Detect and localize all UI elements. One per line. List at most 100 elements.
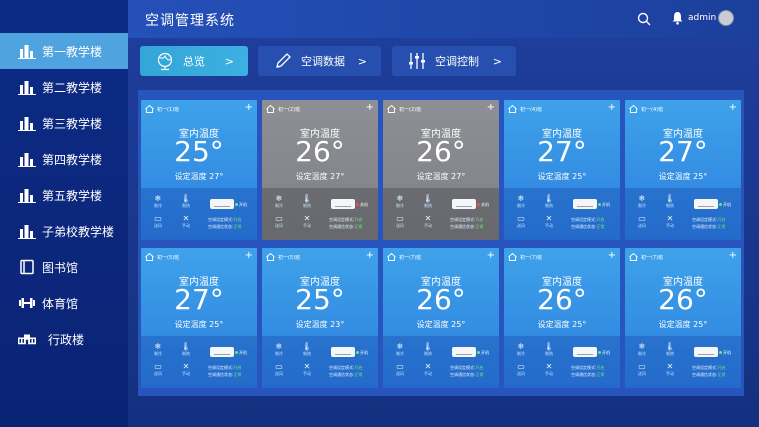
manual-button[interactable]: ✕ 手动 bbox=[296, 214, 318, 229]
add-icon[interactable]: + bbox=[366, 250, 374, 261]
add-icon[interactable]: + bbox=[729, 250, 737, 261]
card-controls: ❄ 制冷 🌡 制热 ▭ 送风 ✕ 手动 关机 空调设定模式:开启 空调通信状态:正常 bbox=[383, 188, 499, 240]
chevron-right-icon: > bbox=[492, 54, 502, 68]
sidebar-item[interactable]: 第三教学楼 bbox=[0, 105, 128, 141]
building-icon bbox=[18, 43, 36, 59]
cool-button[interactable]: ❄ 制冷 bbox=[268, 194, 290, 209]
tools-icon: ✕ bbox=[182, 214, 190, 223]
fan-button[interactable]: ▭ 送风 bbox=[268, 214, 290, 229]
heat-button[interactable]: 🌡 制热 bbox=[417, 194, 439, 209]
fan-button[interactable]: ▭ 送风 bbox=[268, 362, 290, 377]
heat-button[interactable]: 🌡 制热 bbox=[538, 194, 560, 209]
ac-card[interactable]: 初一(2)班 + 室内温度 26° 设定温度 27° ❄ 制冷 🌡 制热 ▭ 送风 ✕ 手动 关机 空调设定… bbox=[262, 100, 378, 240]
add-icon[interactable]: + bbox=[366, 102, 374, 113]
power-status[interactable]: 开机 bbox=[235, 350, 247, 356]
add-icon[interactable]: + bbox=[487, 102, 495, 113]
fan-button[interactable]: ▭ 送风 bbox=[631, 362, 653, 377]
heat-button[interactable]: 🌡 制热 bbox=[175, 194, 197, 209]
sidebar-item[interactable]: 第五教学楼 bbox=[0, 177, 128, 213]
ac-unit-icon bbox=[694, 199, 718, 209]
heat-button[interactable]: 🌡 制热 bbox=[538, 342, 560, 357]
power-status[interactable]: 开机 bbox=[719, 350, 731, 356]
power-status[interactable]: 开机 bbox=[719, 202, 731, 208]
heat-button[interactable]: 🌡 制热 bbox=[659, 194, 681, 209]
heat-button[interactable]: 🌡 制热 bbox=[296, 194, 318, 209]
fan-button[interactable]: ▭ 送风 bbox=[389, 214, 411, 229]
add-icon[interactable]: + bbox=[487, 250, 495, 261]
sidebar-item[interactable]: 第四教学楼 bbox=[0, 141, 128, 177]
ac-card[interactable]: 初一(7)班 + 室内温度 26° 设定温度 25° ❄ 制冷 🌡 制热 ▭ 送风 ✕ 手动 开机 空调设定… bbox=[504, 248, 620, 388]
mode-info: 空调设定模式:开启 bbox=[329, 217, 362, 223]
sidebar-item[interactable]: 图书馆 bbox=[0, 249, 128, 285]
bell-icon[interactable] bbox=[671, 11, 684, 25]
search-icon[interactable] bbox=[637, 12, 651, 26]
room-name: 初一(5)班 bbox=[278, 254, 301, 261]
fan-button[interactable]: ▭ 送风 bbox=[510, 214, 532, 229]
power-status[interactable]: 开机 bbox=[235, 202, 247, 208]
sliders-icon bbox=[407, 51, 427, 71]
add-icon[interactable]: + bbox=[608, 250, 616, 261]
cool-button[interactable]: ❄ 制冷 bbox=[389, 342, 411, 357]
mode-label: 空调设定模式: bbox=[692, 217, 718, 222]
thermometer-icon: 🌡 bbox=[664, 342, 676, 351]
cool-button[interactable]: ❄ 制冷 bbox=[268, 342, 290, 357]
sidebar-item[interactable]: 体育馆 bbox=[0, 285, 128, 321]
ac-card[interactable]: 初一(7)班 + 室内温度 26° 设定温度 25° ❄ 制冷 🌡 制热 ▭ 送风 ✕ 手动 开机 空调设定… bbox=[383, 248, 499, 388]
ac-card[interactable]: 初一(2)班 + 室内温度 26° 设定温度 27° ❄ 制冷 🌡 制热 ▭ 送风 ✕ 手动 关机 空调设定… bbox=[383, 100, 499, 240]
sidebar-item[interactable]: 第二教学楼 bbox=[0, 69, 128, 105]
power-status[interactable]: 开机 bbox=[356, 350, 368, 356]
manual-button[interactable]: ✕ 手动 bbox=[538, 214, 560, 229]
manual-button[interactable]: ✕ 手动 bbox=[417, 214, 439, 229]
manual-button[interactable]: ✕ 手动 bbox=[175, 214, 197, 229]
monitor-icon: ▭ bbox=[638, 362, 646, 371]
power-status[interactable]: 关机 bbox=[356, 202, 368, 208]
power-status[interactable]: 关机 bbox=[477, 202, 489, 208]
sidebar-item[interactable]: 子弟校教学楼 bbox=[0, 213, 128, 249]
ac-card[interactable]: 初一(5)班 + 室内温度 27° 设定温度 25° ❄ 制冷 🌡 制热 ▭ 送风 ✕ 手动 开机 空调设定… bbox=[141, 248, 257, 388]
cool-button[interactable]: ❄ 制冷 bbox=[510, 194, 532, 209]
fan-button[interactable]: ▭ 送风 bbox=[510, 362, 532, 377]
fan-button[interactable]: ▭ 送风 bbox=[147, 362, 169, 377]
ctl-label: 制热 bbox=[545, 351, 553, 356]
add-icon[interactable]: + bbox=[608, 102, 616, 113]
heat-button[interactable]: 🌡 制热 bbox=[659, 342, 681, 357]
tab-overview[interactable]: 总览 > bbox=[140, 46, 248, 76]
add-icon[interactable]: + bbox=[245, 250, 253, 261]
username[interactable]: admin bbox=[688, 13, 716, 23]
fan-button[interactable]: ▭ 送风 bbox=[389, 362, 411, 377]
ac-card[interactable]: 初一(5)班 + 室内温度 25° 设定温度 23° ❄ 制冷 🌡 制热 ▭ 送风 ✕ 手动 开机 空调设定… bbox=[262, 248, 378, 388]
heat-button[interactable]: 🌡 制热 bbox=[417, 342, 439, 357]
add-icon[interactable]: + bbox=[245, 102, 253, 113]
power-status[interactable]: 开机 bbox=[598, 350, 610, 356]
manual-button[interactable]: ✕ 手动 bbox=[659, 214, 681, 229]
cool-button[interactable]: ❄ 制冷 bbox=[631, 342, 653, 357]
manual-button[interactable]: ✕ 手动 bbox=[296, 362, 318, 377]
sidebar-item[interactable]: 行政楼 bbox=[0, 321, 128, 357]
cool-button[interactable]: ❄ 制冷 bbox=[147, 342, 169, 357]
add-icon[interactable]: + bbox=[729, 102, 737, 113]
power-status[interactable]: 开机 bbox=[477, 350, 489, 356]
ac-card[interactable]: 初一(1)班 + 室内温度 25° 设定温度 27° ❄ 制冷 🌡 制热 ▭ 送风 ✕ 手动 开机 空调设定… bbox=[141, 100, 257, 240]
manual-button[interactable]: ✕ 手动 bbox=[538, 362, 560, 377]
power-status[interactable]: 开机 bbox=[598, 202, 610, 208]
cool-button[interactable]: ❄ 制冷 bbox=[631, 194, 653, 209]
cool-button[interactable]: ❄ 制冷 bbox=[510, 342, 532, 357]
heat-button[interactable]: 🌡 制热 bbox=[175, 342, 197, 357]
ac-card[interactable]: 初一(4)班 + 室内温度 27° 设定温度 25° ❄ 制冷 🌡 制热 ▭ 送风 ✕ 手动 开机 空调设定… bbox=[504, 100, 620, 240]
fan-button[interactable]: ▭ 送风 bbox=[147, 214, 169, 229]
sidebar-item[interactable]: 第一教学楼 bbox=[0, 33, 128, 69]
fan-button[interactable]: ▭ 送风 bbox=[631, 214, 653, 229]
ac-card[interactable]: 初一(4)班 + 室内温度 27° 设定温度 25° ❄ 制冷 🌡 制热 ▭ 送风 ✕ 手动 开机 空调设定… bbox=[625, 100, 741, 240]
manual-button[interactable]: ✕ 手动 bbox=[659, 362, 681, 377]
tab-ac-control[interactable]: 空调控制 > bbox=[392, 46, 516, 76]
tab-ac-data[interactable]: 空调数据 > bbox=[258, 46, 381, 76]
avatar[interactable] bbox=[718, 10, 734, 26]
ctl-label: 制热 bbox=[424, 203, 432, 208]
ac-card[interactable]: 初一(7)班 + 室内温度 26° 设定温度 25° ❄ 制冷 🌡 制热 ▭ 送风 ✕ 手动 开机 空调设定… bbox=[625, 248, 741, 388]
set-temp-label: 设定温度 bbox=[174, 172, 207, 181]
heat-button[interactable]: 🌡 制热 bbox=[296, 342, 318, 357]
manual-button[interactable]: ✕ 手动 bbox=[175, 362, 197, 377]
cool-button[interactable]: ❄ 制冷 bbox=[389, 194, 411, 209]
cool-button[interactable]: ❄ 制冷 bbox=[147, 194, 169, 209]
manual-button[interactable]: ✕ 手动 bbox=[417, 362, 439, 377]
